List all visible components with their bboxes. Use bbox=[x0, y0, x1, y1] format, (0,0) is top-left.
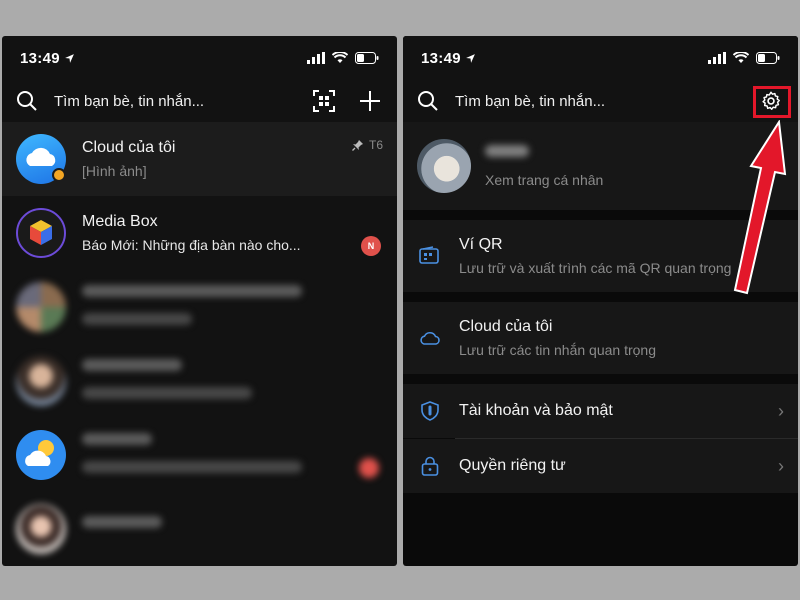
left-screenshot: 13:49 Tìm bạn bè, tin nhắn... Cloud của … bbox=[2, 36, 397, 566]
menu-title: Cloud của tôi bbox=[459, 318, 553, 335]
right-screenshot: 13:49 Tìm bạn bè, tin nhắn... Xem trang … bbox=[403, 36, 798, 566]
menu-item-my-cloud[interactable]: Cloud của tôi Lưu trữ các tin nhắn quan … bbox=[403, 302, 798, 374]
search-bar[interactable]: Tìm bạn bè, tin nhắn... bbox=[403, 80, 798, 122]
chat-item-blurred-2[interactable] bbox=[2, 344, 397, 418]
search-placeholder[interactable]: Tìm bạn bè, tin nhắn... bbox=[455, 93, 758, 110]
chat-item-blurred-1[interactable] bbox=[2, 270, 397, 344]
search-icon[interactable] bbox=[415, 88, 441, 114]
group-avatar bbox=[16, 282, 66, 332]
unread-badge: N bbox=[361, 236, 381, 256]
chat-preview: Báo Mới: Những địa bàn nào cho... bbox=[82, 237, 301, 253]
settings-highlight-box bbox=[753, 86, 791, 118]
menu-title: Tài khoản và bảo mật bbox=[459, 402, 613, 419]
chat-item-weather[interactable] bbox=[2, 418, 397, 492]
media-box-avatar bbox=[16, 208, 66, 258]
shield-icon bbox=[419, 400, 441, 422]
profile-avatar bbox=[417, 139, 471, 193]
status-time: 13:49 bbox=[20, 49, 60, 67]
chat-name: Cloud của tôi bbox=[82, 139, 176, 156]
menu-title: Quyền riêng tư bbox=[459, 457, 566, 474]
search-icon[interactable] bbox=[14, 88, 40, 114]
status-bar: 13:49 bbox=[2, 36, 397, 80]
status-bar: 13:49 bbox=[403, 36, 798, 80]
add-icon[interactable] bbox=[357, 88, 383, 114]
lock-icon bbox=[419, 455, 441, 477]
chevron-right-icon: › bbox=[778, 455, 784, 476]
pin-icon bbox=[352, 140, 363, 151]
signal-icon bbox=[307, 52, 325, 64]
location-arrow-icon bbox=[465, 53, 475, 63]
weather-avatar bbox=[16, 430, 66, 480]
qr-scan-icon[interactable] bbox=[311, 88, 337, 114]
battery-icon bbox=[355, 52, 379, 64]
search-placeholder[interactable]: Tìm bạn bè, tin nhắn... bbox=[54, 93, 311, 110]
chat-preview: [Hình ảnh] bbox=[82, 163, 147, 179]
wifi-icon bbox=[332, 52, 348, 63]
cloud-icon bbox=[419, 327, 441, 349]
location-arrow-icon bbox=[64, 53, 74, 63]
signal-icon bbox=[708, 52, 726, 64]
qr-wallet-icon bbox=[419, 245, 441, 267]
red-arrow-annotation bbox=[733, 120, 787, 295]
menu-subtitle: Lưu trữ các tin nhắn quan trọng bbox=[459, 342, 656, 358]
battery-icon bbox=[756, 52, 780, 64]
chat-item-cloud[interactable]: Cloud của tôi [Hình ảnh] T6 bbox=[2, 122, 397, 196]
contact-avatar bbox=[16, 356, 66, 406]
chevron-right-icon: › bbox=[778, 400, 784, 421]
chat-name: Media Box bbox=[82, 213, 158, 230]
cloud-avatar bbox=[16, 134, 66, 184]
wifi-icon bbox=[733, 52, 749, 63]
chat-item-media-box[interactable]: Media Box Báo Mới: Những địa bàn nào cho… bbox=[2, 196, 397, 270]
contact-avatar bbox=[16, 504, 66, 554]
chat-time: T6 bbox=[368, 138, 383, 152]
status-time: 13:49 bbox=[421, 49, 461, 67]
menu-item-account-security[interactable]: Tài khoản và bảo mật › bbox=[403, 384, 798, 438]
menu-item-privacy[interactable]: Quyền riêng tư › bbox=[403, 439, 798, 493]
chat-item-blurred-3[interactable] bbox=[2, 492, 397, 566]
search-bar[interactable]: Tìm bạn bè, tin nhắn... bbox=[2, 80, 397, 122]
